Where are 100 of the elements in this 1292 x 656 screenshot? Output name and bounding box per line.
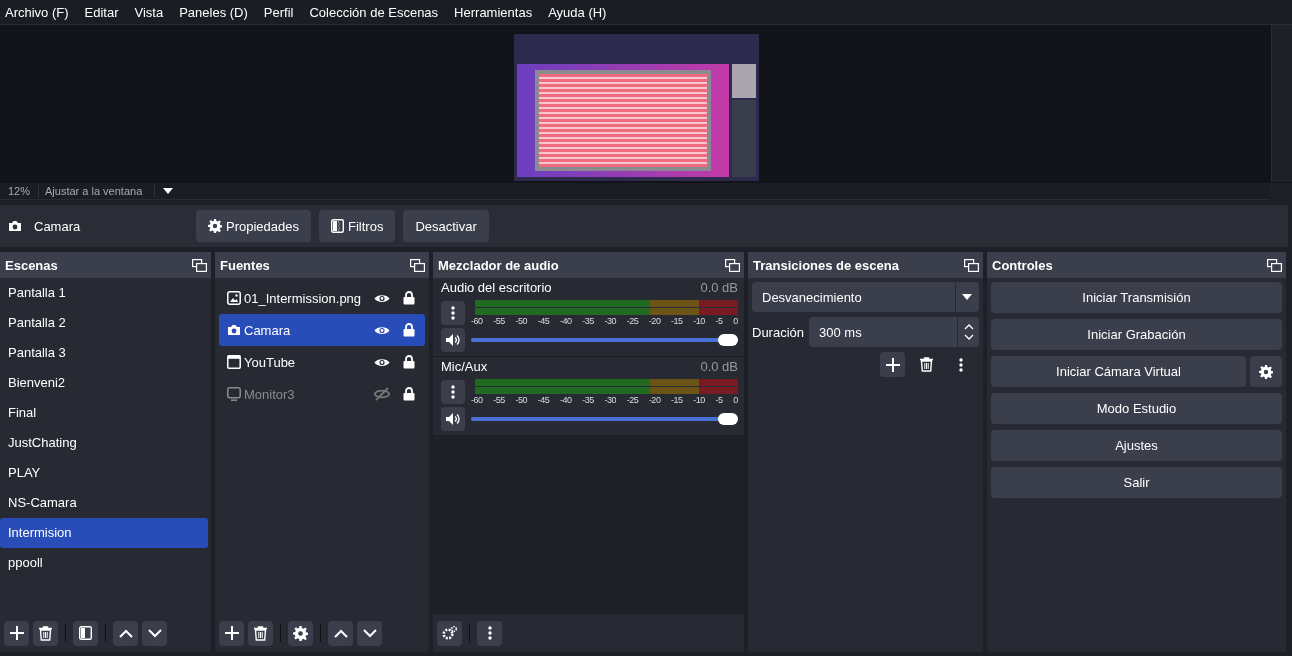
- scale-label: -40: [559, 395, 572, 405]
- scale-label: -45: [537, 316, 550, 326]
- scale-label: -25: [626, 316, 639, 326]
- eye-icon[interactable]: [374, 356, 390, 368]
- gears-icon: [441, 626, 458, 640]
- more-button[interactable]: [477, 620, 502, 646]
- scale-label: -55: [493, 316, 505, 326]
- menu-item[interactable]: Colección de Escenas: [309, 4, 439, 20]
- duration-field[interactable]: 300 ms: [809, 317, 979, 347]
- menu-item[interactable]: Ayuda (H): [548, 4, 607, 20]
- scene-item[interactable]: Pantalla 2: [0, 308, 208, 338]
- filter-button[interactable]: [73, 620, 98, 646]
- zoom-mode[interactable]: Ajustar a la ventana: [39, 185, 156, 197]
- move-down-button[interactable]: [357, 620, 382, 646]
- kebab-icon: [958, 357, 963, 372]
- add-button[interactable]: [4, 620, 29, 646]
- trash-icon: [254, 625, 267, 641]
- menu-item[interactable]: Vista: [134, 4, 164, 20]
- more-button[interactable]: [441, 301, 465, 325]
- lock-icon[interactable]: [403, 323, 415, 337]
- scale-label: -20: [648, 316, 661, 326]
- volume-reading: 0.0 dB: [700, 280, 738, 297]
- undock-icon[interactable]: [410, 258, 425, 272]
- mute-button[interactable]: [441, 407, 465, 431]
- kebab-icon: [451, 385, 455, 399]
- lock-icon[interactable]: [403, 387, 415, 401]
- scene-item[interactable]: NS-Camara: [0, 488, 208, 518]
- caret-icon[interactable]: [163, 188, 174, 194]
- image-icon: [227, 291, 241, 305]
- menu-item[interactable]: Perfil: [263, 4, 294, 20]
- settings-button[interactable]: [437, 620, 462, 646]
- move-down-button[interactable]: [142, 620, 167, 646]
- transition-dropdown[interactable]: Desvanecimiento: [752, 282, 979, 312]
- add-button[interactable]: [880, 352, 905, 377]
- trash-icon: [39, 625, 52, 641]
- source-item[interactable]: Camara: [219, 314, 425, 346]
- control-button[interactable]: Iniciar Grabación: [991, 319, 1282, 350]
- menu-item[interactable]: Archivo (F): [5, 4, 69, 20]
- settings-button[interactable]: [288, 620, 313, 646]
- panel-title: Fuentes: [220, 257, 270, 273]
- chevron-down-icon: [147, 628, 162, 638]
- scrollbar[interactable]: [1271, 25, 1292, 182]
- move-up-button[interactable]: [113, 620, 138, 646]
- kebab-icon: [451, 306, 455, 320]
- speaker-icon: [446, 334, 460, 346]
- camera-icon: [8, 220, 22, 232]
- toolbar-button[interactable]: Desactivar: [403, 210, 489, 242]
- delete-button[interactable]: [33, 620, 58, 646]
- menu-item[interactable]: Paneles (D): [179, 4, 248, 20]
- mute-button[interactable]: [441, 328, 465, 352]
- scene-item[interactable]: ppooll: [0, 548, 208, 578]
- scene-item[interactable]: Final: [0, 398, 208, 428]
- delete-button[interactable]: [248, 620, 273, 646]
- panel-title: Controles: [992, 257, 1053, 273]
- menu-item[interactable]: Herramientas: [454, 4, 533, 20]
- scale-label: -50: [515, 316, 527, 326]
- scene-item[interactable]: Pantalla 1: [0, 278, 208, 308]
- volume-slider[interactable]: [471, 334, 738, 346]
- scene-item[interactable]: Bienveni2: [0, 368, 208, 398]
- undock-icon[interactable]: [1267, 258, 1282, 272]
- eye-icon[interactable]: [374, 292, 390, 304]
- channel-name: Audio del escritorio: [441, 280, 552, 297]
- gear-icon: [208, 219, 222, 233]
- control-button[interactable]: Iniciar Transmisión: [991, 282, 1282, 313]
- volume-slider[interactable]: [471, 413, 738, 425]
- source-item[interactable]: YouTube: [219, 346, 425, 378]
- undock-icon[interactable]: [192, 258, 207, 272]
- move-up-button[interactable]: [328, 620, 353, 646]
- source-name: Camara: [34, 218, 82, 234]
- control-button[interactable]: Ajustes: [991, 430, 1282, 461]
- chevron-down-icon[interactable]: [964, 334, 974, 340]
- add-button[interactable]: [219, 620, 244, 646]
- camera-icon: [227, 324, 241, 336]
- lock-icon[interactable]: [403, 355, 415, 369]
- undock-icon[interactable]: [964, 258, 979, 272]
- lock-icon[interactable]: [403, 291, 415, 305]
- scale-label: 0: [733, 395, 738, 405]
- chevron-up-icon[interactable]: [964, 324, 974, 330]
- plus-icon: [9, 626, 24, 640]
- eye-crossed-icon[interactable]: [374, 387, 390, 401]
- undock-icon[interactable]: [725, 258, 740, 272]
- toolbar-button[interactable]: Filtros: [319, 210, 396, 242]
- scale-label: -50: [515, 395, 527, 405]
- scene-item[interactable]: Intermision: [0, 518, 208, 548]
- eye-icon[interactable]: [374, 324, 390, 336]
- scene-item[interactable]: PLAY: [0, 458, 208, 488]
- scale-label: -5: [715, 395, 723, 405]
- channel-name: Mic/Aux: [441, 359, 488, 376]
- settings-button[interactable]: [1250, 356, 1282, 387]
- more-button[interactable]: [441, 380, 465, 404]
- scene-item[interactable]: JustChating: [0, 428, 208, 458]
- menu-item[interactable]: Editar: [84, 4, 119, 20]
- trash-icon: [920, 357, 933, 372]
- scene-item[interactable]: Pantalla 3: [0, 338, 208, 368]
- toolbar-button[interactable]: Propiedades: [196, 210, 311, 242]
- source-item[interactable]: Monitor3: [219, 378, 425, 410]
- control-button[interactable]: Salir: [991, 467, 1282, 498]
- source-item[interactable]: 01_Intermission.png: [219, 282, 425, 314]
- control-button[interactable]: Modo Estudio: [991, 393, 1282, 424]
- control-button[interactable]: Iniciar Cámara Virtual: [991, 356, 1246, 387]
